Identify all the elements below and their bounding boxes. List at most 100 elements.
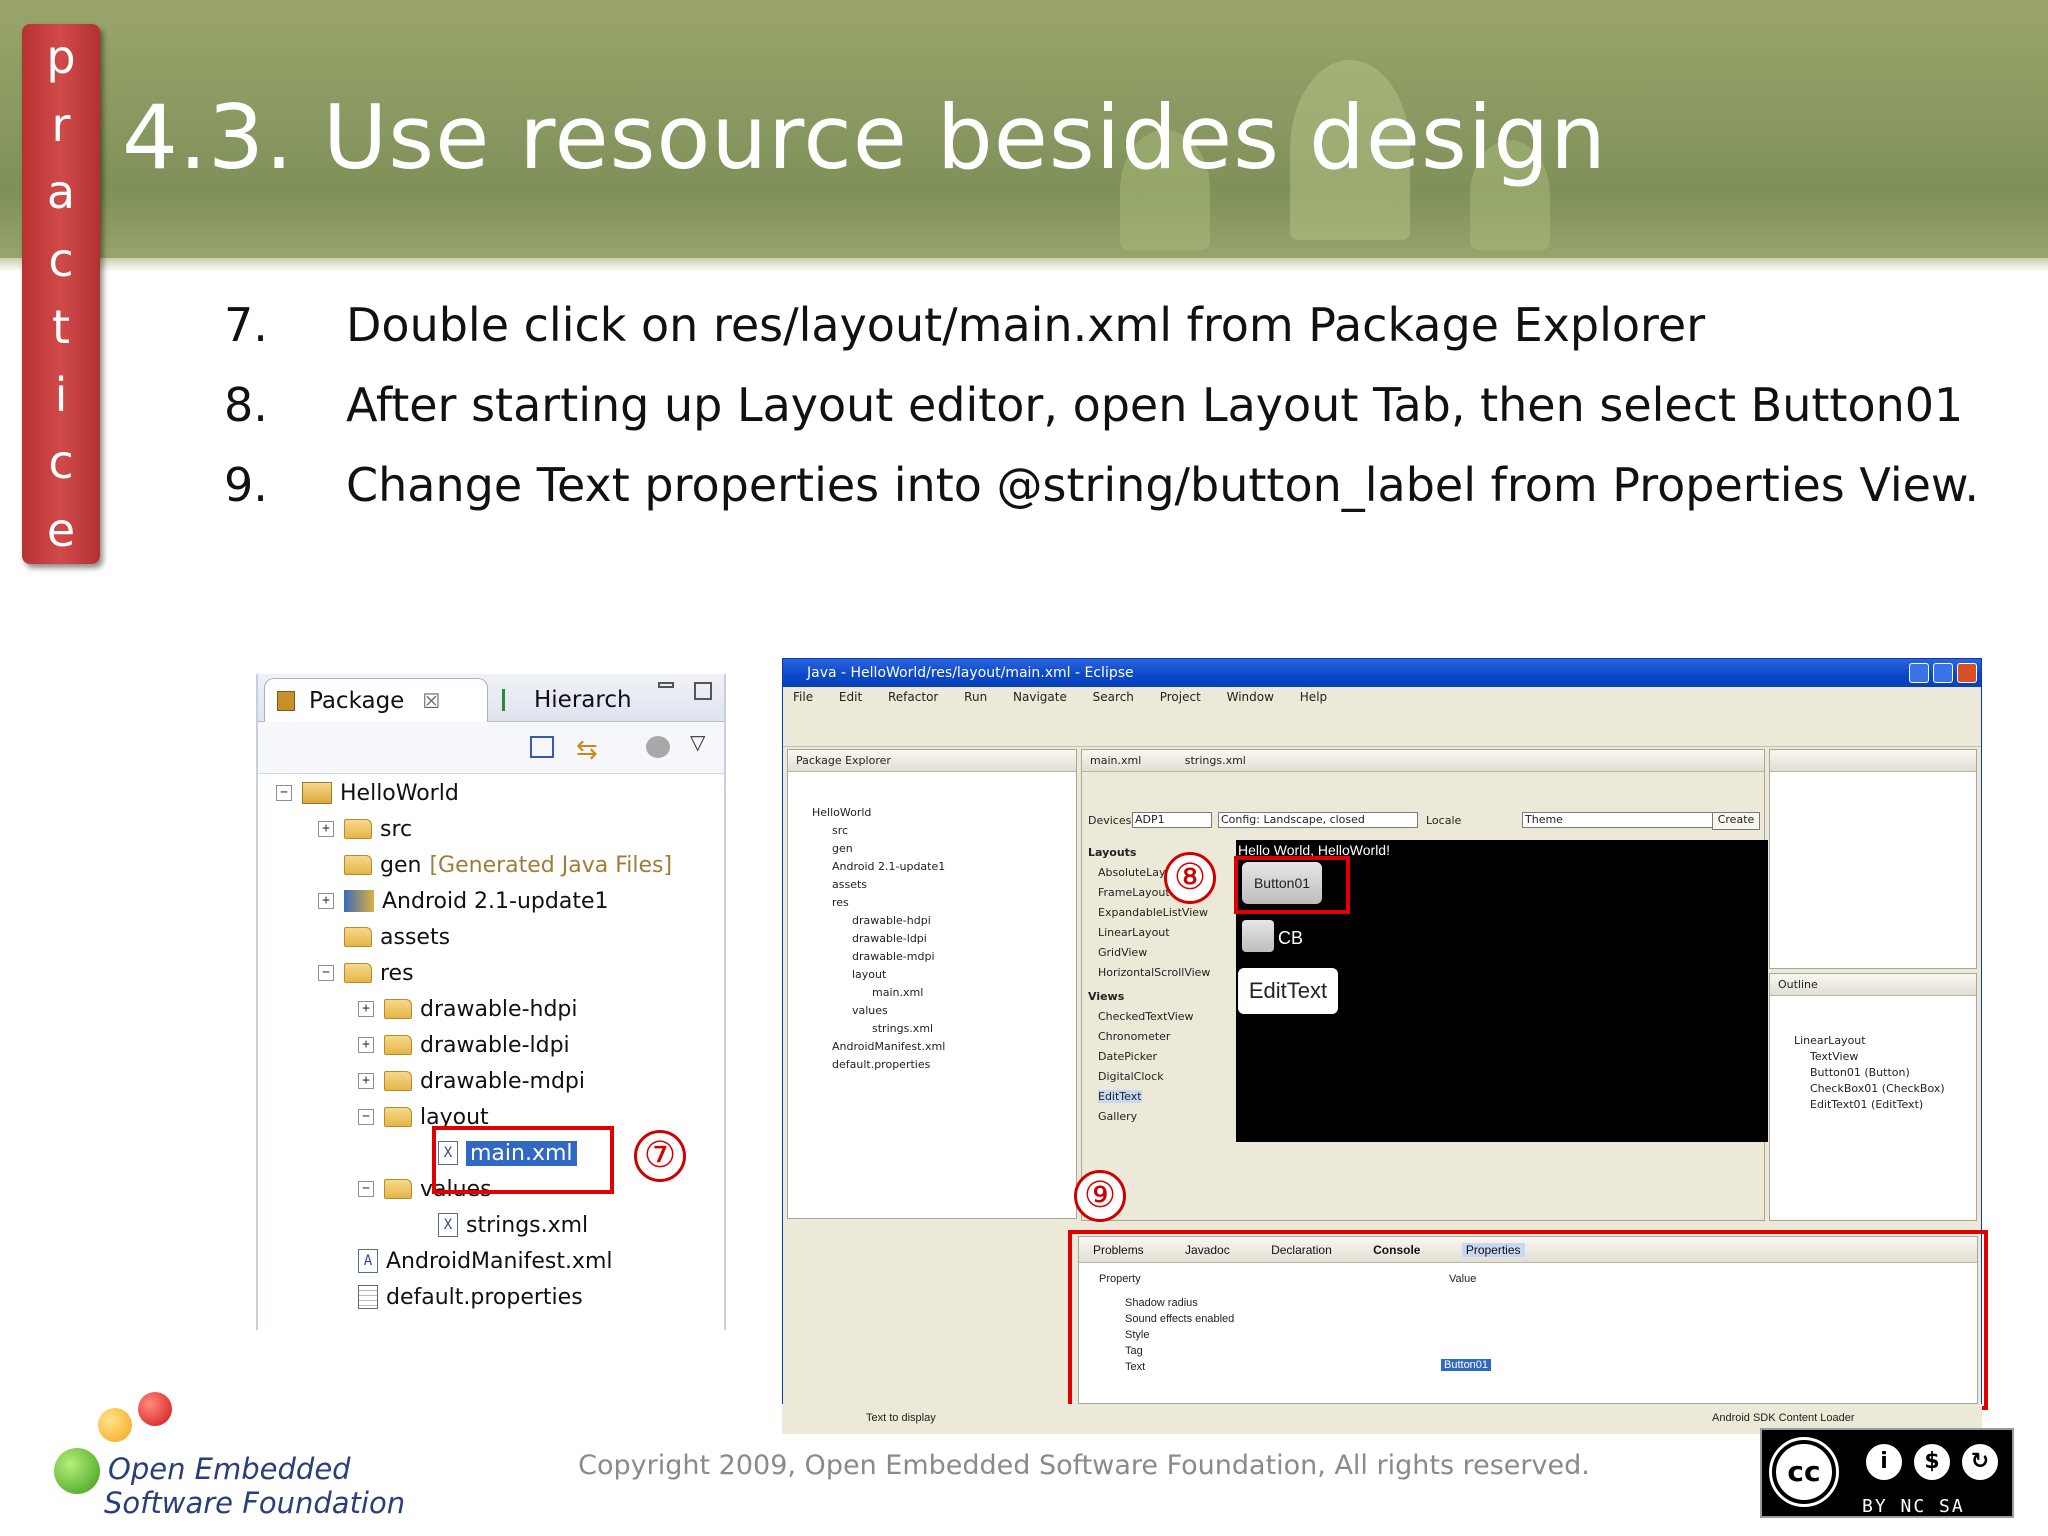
menu-refactor[interactable]: Refactor (888, 690, 938, 704)
outline-item[interactable]: Button01 (Button) (1810, 1066, 1910, 1079)
theme-select[interactable]: Theme (1522, 812, 1722, 828)
tree-label[interactable]: assets (832, 878, 867, 891)
edittext-preview[interactable]: EditText (1238, 968, 1338, 1014)
tree-label[interactable]: Android 2.1-update1 (832, 860, 945, 873)
tab-package-explorer[interactable]: Package ☒ (264, 678, 488, 722)
menu-navigate[interactable]: Navigate (1013, 690, 1067, 704)
palette-item[interactable]: HorizontalScrollView (1098, 966, 1210, 979)
outline-item[interactable]: EditText01 (EditText) (1810, 1098, 1923, 1111)
filter-icon[interactable] (646, 736, 670, 758)
create-button[interactable]: Create (1712, 812, 1760, 830)
palette-item[interactable]: Chronometer (1098, 1030, 1170, 1043)
palette-item[interactable]: EditText (1098, 1090, 1142, 1103)
tree-node-gen[interactable]: gen [Generated Java Files] (344, 850, 672, 880)
tree-label[interactable]: res (832, 896, 849, 909)
tree-label[interactable]: src (832, 824, 848, 837)
collapse-toggle[interactable]: − (276, 785, 292, 801)
expand-toggle[interactable]: + (358, 1037, 374, 1053)
tree-label[interactable]: drawable-hdpi (852, 914, 931, 927)
palette-item[interactable]: LinearLayout (1098, 926, 1170, 939)
attribution-icon: i (1862, 1440, 1906, 1484)
tree-node-android-library[interactable]: + Android 2.1-update1 (318, 886, 609, 916)
palette-item[interactable]: FrameLayout (1098, 886, 1170, 899)
practice-letter: r (51, 97, 71, 152)
tree-node-manifest[interactable]: A AndroidManifest.xml (358, 1246, 613, 1276)
library-icon (344, 890, 374, 912)
tree-label[interactable]: drawable-ldpi (852, 932, 927, 945)
tree-node-helloworld[interactable]: − HelloWorld (276, 778, 459, 808)
tree-label[interactable]: main.xml (872, 986, 923, 999)
palette-item[interactable]: DatePicker (1098, 1050, 1157, 1063)
config-select[interactable]: Config: Landscape, closed (1218, 812, 1418, 828)
palette-item[interactable]: ExpandableListView (1098, 906, 1208, 919)
pane-header[interactable]: Outline (1770, 974, 1976, 996)
collapse-all-icon[interactable] (530, 736, 554, 758)
palette-item[interactable]: Gallery (1098, 1110, 1137, 1123)
tree-node-drawable-ldpi[interactable]: + drawable-ldpi (358, 1030, 570, 1060)
folder-icon (344, 927, 372, 947)
tab-strings-xml[interactable]: strings.xml (1185, 754, 1246, 767)
tree-node-default-properties[interactable]: default.properties (358, 1282, 583, 1312)
outline-item[interactable]: LinearLayout (1794, 1034, 1866, 1047)
tree-label[interactable]: HelloWorld (812, 806, 871, 819)
close-icon[interactable] (1957, 663, 1977, 683)
menu-run[interactable]: Run (964, 690, 987, 704)
palette-item[interactable]: DigitalClock (1098, 1070, 1164, 1083)
slide-title: 4.3. Use resource besides design (122, 86, 1607, 189)
practice-letter: t (51, 300, 71, 354)
expand-toggle[interactable]: + (318, 821, 334, 837)
checkbox-label: CB (1278, 928, 1304, 948)
tree-node-drawable-hdpi[interactable]: + drawable-hdpi (358, 994, 578, 1024)
tab-main-xml[interactable]: main.xml (1090, 754, 1141, 767)
package-icon (277, 690, 295, 711)
view-menu-icon[interactable]: ▽ (690, 730, 705, 755)
folder-icon (384, 1035, 412, 1055)
tree-node-drawable-mdpi[interactable]: + drawable-mdpi (358, 1066, 585, 1096)
minimize-icon[interactable] (658, 682, 674, 688)
practice-tab: p r a c t i c e (22, 24, 100, 564)
tree-label[interactable]: layout (852, 968, 886, 981)
menu-edit[interactable]: Edit (839, 690, 862, 704)
collapse-toggle[interactable]: − (358, 1109, 374, 1125)
expand-toggle[interactable]: + (318, 893, 334, 909)
device-select[interactable]: ADP1 (1132, 812, 1212, 828)
locale-label: Locale (1426, 814, 1462, 827)
tree-node-strings-xml[interactable]: X strings.xml (438, 1210, 588, 1240)
tree-label[interactable]: values (852, 1004, 888, 1017)
close-icon[interactable]: ☒ (422, 689, 440, 713)
menu-file[interactable]: File (793, 690, 813, 704)
tree-label[interactable]: default.properties (832, 1058, 930, 1071)
menu-project[interactable]: Project (1160, 690, 1201, 704)
outline-item[interactable]: TextView (1810, 1050, 1858, 1063)
palette-item[interactable]: CheckedTextView (1098, 1010, 1194, 1023)
tab-hierarchy[interactable]: Hierarch (496, 678, 632, 722)
tree-label[interactable]: strings.xml (872, 1022, 933, 1035)
maximize-icon[interactable] (694, 682, 712, 700)
tree-node-src[interactable]: + src (318, 814, 412, 844)
copyright-text: Copyright 2009, Open Embedded Software F… (578, 1450, 1590, 1481)
outline-item[interactable]: CheckBox01 (CheckBox) (1810, 1082, 1945, 1095)
tree-node-res[interactable]: − res (318, 958, 414, 988)
collapse-toggle[interactable]: − (318, 965, 334, 981)
minimize-icon[interactable] (1909, 663, 1929, 683)
expand-toggle[interactable]: + (358, 1073, 374, 1089)
tree-node-assets[interactable]: assets (344, 922, 450, 952)
checkbox-preview[interactable] (1242, 920, 1274, 952)
tree-label[interactable]: drawable-mdpi (852, 950, 935, 963)
tree-label[interactable]: gen (832, 842, 853, 855)
maximize-icon[interactable] (1933, 663, 1953, 683)
menu-help[interactable]: Help (1300, 690, 1327, 704)
step-text: After starting up Layout editor, open La… (346, 378, 1964, 432)
menu-window[interactable]: Window (1227, 690, 1274, 704)
expand-toggle[interactable]: + (358, 1001, 374, 1017)
source-folder-icon (344, 855, 372, 875)
tree-label: assets (380, 924, 451, 950)
tree-label[interactable]: AndroidManifest.xml (832, 1040, 945, 1053)
menu-search[interactable]: Search (1093, 690, 1134, 704)
pane-header[interactable]: Package Explorer (788, 750, 1076, 772)
link-editor-icon[interactable]: ⇆ (576, 734, 598, 765)
collapse-toggle[interactable]: − (358, 1181, 374, 1197)
palette-item[interactable]: GridView (1098, 946, 1147, 959)
license-label: BY NC SA (1862, 1496, 1965, 1517)
step-item: 9. Change Text properties into @string/b… (224, 456, 2004, 514)
